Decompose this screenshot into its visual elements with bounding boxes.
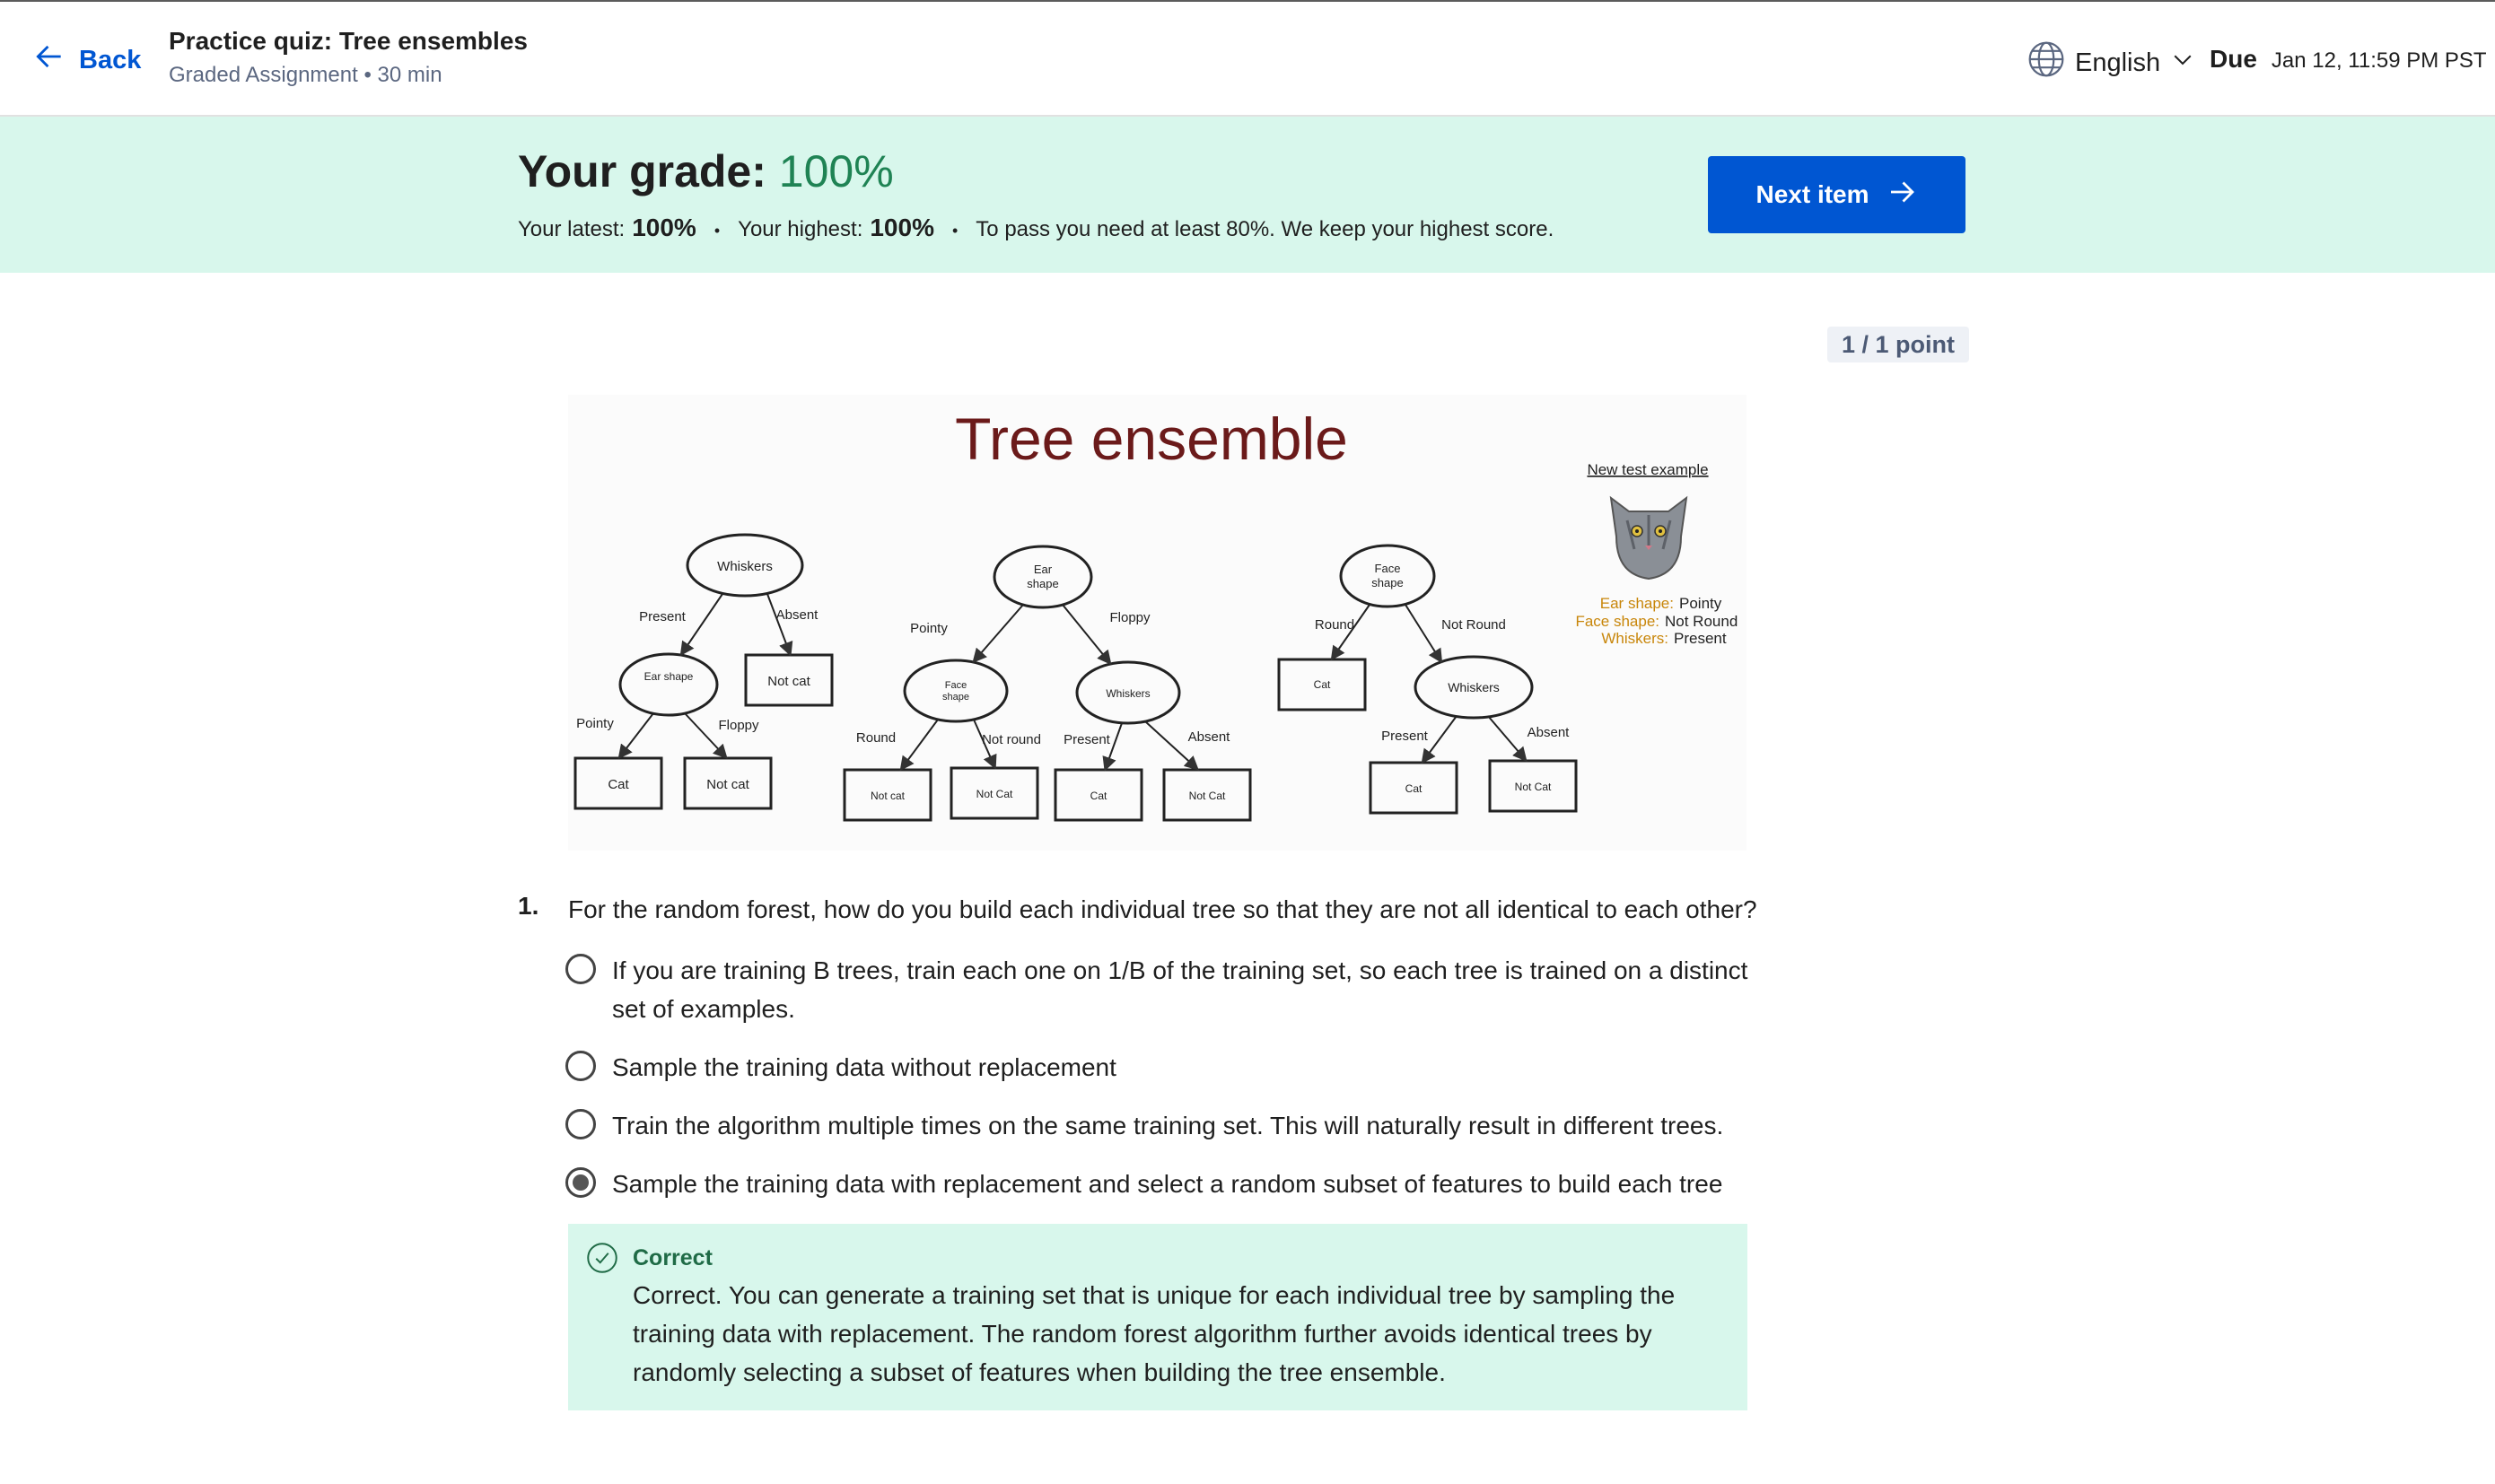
tree2-right-label: Whiskers <box>1106 687 1150 700</box>
language-label: English <box>2075 48 2161 77</box>
latest-value: 100% <box>632 214 696 241</box>
grade-banner: Your grade: 100% Your latest: 100% • You… <box>0 117 2495 273</box>
radio-button[interactable] <box>565 954 596 984</box>
separator-dot: • <box>713 222 721 240</box>
attr-whiskers-label: Whiskers: <box>1601 630 1668 647</box>
option-text: If you are training B trees, train each … <box>612 956 1748 1023</box>
tree1-leaf-a-label: Cat <box>608 777 629 792</box>
tree3-rr-edge-label: Absent <box>1528 725 1571 740</box>
grade-stats: Your latest: 100% • Your highest: 100% •… <box>518 214 1554 242</box>
next-item-label: Next item <box>1755 180 1869 208</box>
points-badge: 1 / 1 point <box>1827 327 1970 362</box>
separator-dot: • <box>951 222 959 240</box>
radio-button[interactable] <box>565 1109 596 1139</box>
tree3-leaf-a-label: Cat <box>1405 782 1423 795</box>
highest-value: 100% <box>870 214 934 241</box>
tree2-root-label-1: Ear <box>1034 563 1053 576</box>
pass-note: To pass you need at least 80%. We keep y… <box>976 217 1554 241</box>
tree1-root-label: Whiskers <box>717 559 773 574</box>
tree1-mid-node <box>618 652 719 717</box>
tree1-right-leaf-label: Not cat <box>767 674 810 689</box>
arrow-left-icon <box>32 39 66 81</box>
check-circle-icon <box>587 1243 617 1273</box>
tree-ensemble-figure: Tree ensemble Whiskers Ear shape Not cat… <box>568 395 1746 851</box>
tree2-right-edge-label: Floppy <box>1109 610 1151 625</box>
tree3-rl-edge-label: Present <box>1381 729 1429 744</box>
back-label: Back <box>79 45 142 74</box>
next-item-button[interactable]: Next item <box>1708 156 1965 233</box>
tree2-rr-edge-label: Absent <box>1188 729 1231 745</box>
tree1-lr-edge-label: Floppy <box>718 718 759 733</box>
attr-face-label: Face shape: <box>1575 613 1659 630</box>
grade-heading: Your grade: 100% <box>518 145 894 197</box>
attr-ear-value: Pointy <box>1679 595 1722 612</box>
figure-title: Tree ensemble <box>955 406 1348 472</box>
tree3-root-label-2: shape <box>1371 576 1403 589</box>
due-label: Due <box>2210 45 2257 73</box>
tree1-mid-label: Ear shape <box>644 670 694 683</box>
answer-option-2[interactable]: Sample the training data without replace… <box>565 1048 1770 1087</box>
tree2-root-label-2: shape <box>1027 577 1058 590</box>
due-value: Jan 12, 11:59 PM PST <box>2271 48 2487 73</box>
top-bar: Back Practice quiz: Tree ensembles Grade… <box>0 0 2495 117</box>
assignment-subtitle: Graded Assignment • 30 min <box>169 63 442 87</box>
tree2-left-node <box>903 659 1009 723</box>
option-text: Train the algorithm multiple times on th… <box>612 1112 1724 1139</box>
radio-button[interactable] <box>565 1051 596 1081</box>
answer-option-1[interactable]: If you are training B trees, train each … <box>565 951 1770 1028</box>
due-date: Due Jan 12, 11:59 PM PST <box>2210 45 2487 74</box>
grade-value: 100% <box>778 146 894 196</box>
assignment-heading: Practice quiz: Tree ensembles Graded Ass… <box>169 27 528 88</box>
tree2-leaf-d-label: Not Cat <box>1189 790 1226 802</box>
tree2-leaf-a-label: Not cat <box>871 790 906 802</box>
feedback-status: Correct <box>633 1245 713 1270</box>
attr-whiskers-value: Present <box>1674 630 1727 647</box>
question-text: For the random forest, how do you build … <box>568 895 1757 923</box>
tree2-left-label-2: shape <box>942 692 969 703</box>
tree2-left-edge-label: Pointy <box>910 621 948 636</box>
tree2-lr-edge-label: Not round <box>982 732 1041 747</box>
tree2-leaf-c-label: Cat <box>1090 790 1107 802</box>
radio-button-selected[interactable] <box>565 1167 596 1198</box>
tree3-right-label: Whiskers <box>1448 680 1500 694</box>
tree2-leaf-b-label: Not Cat <box>976 788 1013 800</box>
cat-icon <box>1609 495 1688 581</box>
latest-label: Your latest: <box>518 217 626 241</box>
attr-face-value: Not Round <box>1665 613 1738 630</box>
tree1-right-edge-label: Absent <box>776 607 819 623</box>
chevron-down-icon <box>2169 46 2196 80</box>
globe-icon <box>2027 39 2066 86</box>
tree3-leaf-b-label: Not Cat <box>1515 781 1552 793</box>
assignment-title: Practice quiz: Tree ensembles <box>169 27 528 55</box>
tree3-left-leaf-label: Cat <box>1314 678 1331 691</box>
highest-label: Your highest: <box>738 217 863 241</box>
feedback-text: Correct. You can generate a training set… <box>633 1281 1676 1386</box>
tree3-right-edge-label: Not Round <box>1441 617 1506 633</box>
feedback-box: Correct Correct. You can generate a trai… <box>568 1224 1747 1410</box>
question-number: 1. <box>518 892 539 920</box>
tree2-ll-edge-label: Round <box>856 730 896 746</box>
tree2-rl-edge-label: Present <box>1064 732 1111 747</box>
tree2-left-label-1: Face <box>945 680 967 691</box>
tree3-root-label-1: Face <box>1375 562 1401 575</box>
grade-label: Your grade: <box>518 146 766 196</box>
tree1-left-edge-label: Present <box>639 609 687 624</box>
tree3-left-edge-label: Round <box>1315 617 1354 633</box>
new-example-label: New test example <box>1587 461 1708 478</box>
tree1-ll-edge-label: Pointy <box>576 716 614 731</box>
tree-ensemble-diagram: Tree ensemble Whiskers Ear shape Not cat… <box>573 406 1738 822</box>
arrow-right-icon <box>1886 176 1918 214</box>
option-text: Sample the training data without replace… <box>612 1053 1116 1081</box>
attr-ear-label: Ear shape: <box>1600 595 1674 612</box>
example-attributes: Ear shape: Pointy Face shape: Not Round … <box>1575 595 1738 647</box>
answer-option-3[interactable]: Train the algorithm multiple times on th… <box>565 1106 1770 1145</box>
tree-1 <box>573 533 834 810</box>
language-selector[interactable]: English <box>2027 39 2196 86</box>
tree1-leaf-b-label: Not cat <box>706 777 749 792</box>
option-text: Sample the training data with replacemen… <box>612 1170 1723 1198</box>
answer-option-4[interactable]: Sample the training data with replacemen… <box>565 1165 1770 1203</box>
back-button[interactable]: Back <box>32 38 141 83</box>
